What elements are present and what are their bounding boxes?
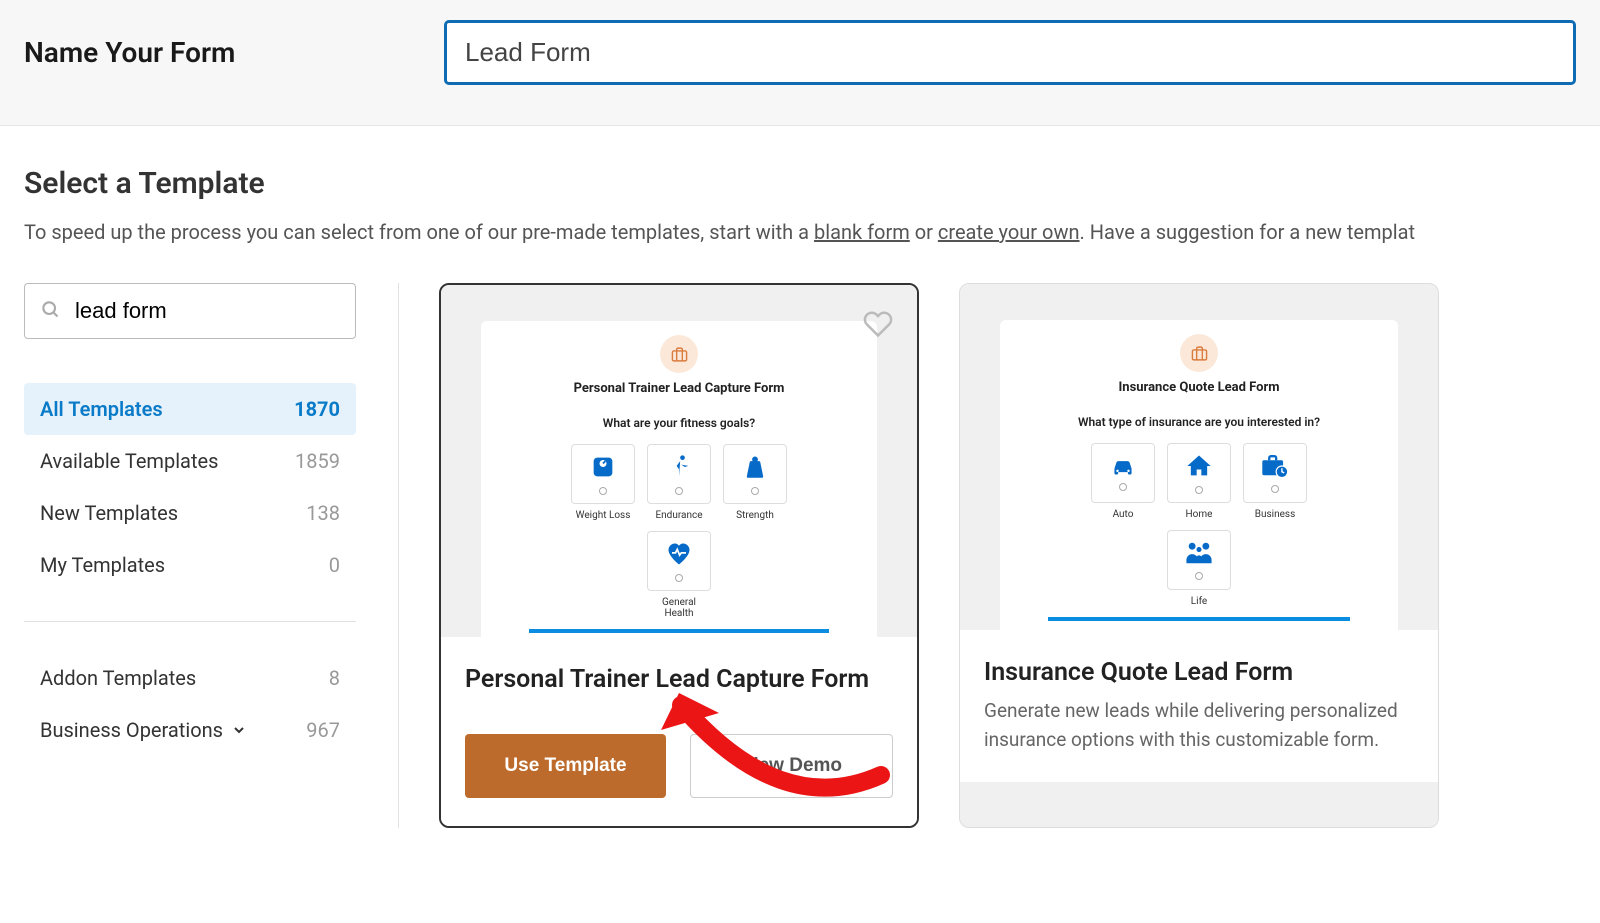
category-divider [24, 621, 356, 622]
template-description: Generate new leads while delivering pers… [984, 697, 1414, 754]
template-name: Personal Trainer Lead Capture Form [465, 665, 893, 694]
category-my-templates[interactable]: My Templates 0 [24, 539, 356, 591]
template-actions: Use Template View Demo [465, 734, 893, 798]
category-all-templates[interactable]: All Templates 1870 [24, 383, 356, 435]
template-card-personal-trainer[interactable]: Personal Trainer Lead Capture Form What … [439, 283, 919, 828]
category-addon-templates[interactable]: Addon Templates 8 [24, 652, 356, 704]
chevron-down-icon [231, 722, 247, 738]
favorite-icon[interactable] [863, 309, 893, 343]
choice-row: General Health [509, 531, 849, 619]
choice-label: Weight Loss [571, 510, 635, 521]
choice-auto: Auto [1091, 443, 1155, 520]
progress-bar [529, 629, 829, 633]
choice-label: Life [1167, 596, 1231, 607]
template-search-input[interactable] [24, 283, 356, 339]
use-template-button[interactable]: Use Template [465, 734, 666, 798]
choice-row: Life [1028, 530, 1370, 607]
category-count: 138 [306, 501, 340, 525]
category-count: 0 [329, 553, 340, 577]
choice-strength: Strength [723, 444, 787, 521]
category-label: All Templates [40, 397, 163, 421]
main-layout: All Templates 1870 Available Templates 1… [24, 283, 1576, 828]
choice-label: Home [1167, 509, 1231, 520]
header-section: Name Your Form [0, 0, 1600, 126]
category-available-templates[interactable]: Available Templates 1859 [24, 435, 356, 487]
choice-label: Strength [723, 510, 787, 521]
choice-label: General Health [647, 597, 711, 619]
desc-text-prefix: To speed up the process you can select f… [24, 220, 814, 244]
template-preview: Personal Trainer Lead Capture Form What … [441, 285, 917, 637]
choice-row: Auto Home [1028, 443, 1370, 520]
create-your-own-link[interactable]: create your own [938, 220, 1080, 244]
template-card-insurance-quote[interactable]: Insurance Quote Lead Form What type of i… [959, 283, 1439, 828]
briefcase-icon [1180, 334, 1218, 372]
preview-title: Insurance Quote Lead Form [1028, 380, 1370, 395]
family-icon [1183, 540, 1215, 566]
choice-business: Business [1243, 443, 1307, 520]
running-icon [665, 453, 693, 481]
template-body: Insurance Quote Lead Form Generate new l… [960, 630, 1438, 782]
category-label: New Templates [40, 501, 178, 525]
progress-bar [1048, 617, 1350, 621]
form-name-input[interactable] [444, 20, 1576, 85]
choice-weight-loss: Weight Loss [571, 444, 635, 521]
choice-row: Weight Loss Endurance [509, 444, 849, 521]
category-count: 8 [329, 666, 340, 690]
select-template-title: Select a Template [24, 166, 1576, 201]
template-grid: Personal Trainer Lead Capture Form What … [439, 283, 1576, 828]
weight-icon [741, 453, 769, 481]
category-count: 1859 [295, 449, 340, 473]
category-label: Business Operations [40, 718, 223, 742]
home-icon [1185, 452, 1213, 480]
category-new-templates[interactable]: New Templates 138 [24, 487, 356, 539]
category-label: Addon Templates [40, 666, 196, 690]
preview-inner: Personal Trainer Lead Capture Form What … [481, 321, 877, 637]
blank-form-link[interactable]: blank form [814, 220, 910, 244]
search-wrap [24, 283, 356, 339]
search-icon [40, 299, 60, 323]
scale-icon [589, 453, 617, 481]
template-preview: Insurance Quote Lead Form What type of i… [960, 284, 1438, 630]
content-area: Select a Template To speed up the proces… [0, 126, 1600, 852]
briefcase-clock-icon [1260, 453, 1290, 479]
briefcase-icon [660, 335, 698, 373]
category-label-with-chevron: Business Operations [40, 718, 247, 742]
heart-pulse-icon [665, 540, 693, 568]
name-your-form-label: Name Your Form [24, 36, 404, 69]
preview-question: What type of insurance are you intereste… [1028, 415, 1370, 429]
car-icon [1108, 455, 1138, 477]
choice-label: Business [1243, 509, 1307, 520]
choice-life: Life [1167, 530, 1231, 607]
preview-question: What are your fitness goals? [509, 416, 849, 430]
category-list: All Templates 1870 Available Templates 1… [24, 383, 356, 756]
category-label: Available Templates [40, 449, 218, 473]
template-name: Insurance Quote Lead Form [984, 658, 1414, 687]
sidebar: All Templates 1870 Available Templates 1… [24, 283, 399, 828]
category-business-operations[interactable]: Business Operations 967 [24, 704, 356, 756]
preview-inner: Insurance Quote Lead Form What type of i… [1000, 320, 1398, 630]
preview-title: Personal Trainer Lead Capture Form [509, 381, 849, 396]
choice-endurance: Endurance [647, 444, 711, 521]
choice-label: Endurance [647, 510, 711, 521]
category-label: My Templates [40, 553, 165, 577]
category-count: 1870 [294, 397, 340, 421]
template-body: Personal Trainer Lead Capture Form Use T… [441, 637, 917, 826]
select-template-description: To speed up the process you can select f… [24, 217, 1576, 247]
choice-general-health: General Health [647, 531, 711, 619]
desc-text-suffix: . Have a suggestion for a new templat [1080, 220, 1416, 244]
desc-text-or: or [910, 220, 938, 244]
view-demo-button[interactable]: View Demo [690, 734, 893, 798]
category-count: 967 [306, 718, 340, 742]
choice-label: Auto [1091, 509, 1155, 520]
choice-home: Home [1167, 443, 1231, 520]
